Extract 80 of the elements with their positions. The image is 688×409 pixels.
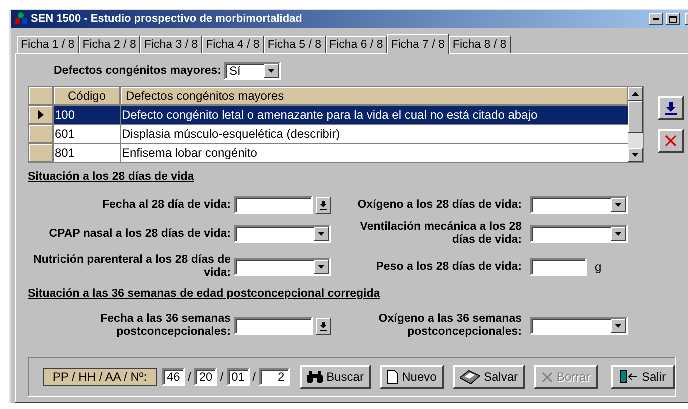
door-icon xyxy=(620,370,638,384)
arrow-down-icon xyxy=(615,324,622,328)
dropdown-field[interactable] xyxy=(530,196,628,214)
section-heading: Situación a las 36 semanas de edad postconcepcional corregida xyxy=(28,288,382,300)
record-field[interactable]: 01 xyxy=(226,368,250,386)
separator-label: / xyxy=(188,370,192,384)
section-heading: Situación a los 28 días de vida xyxy=(28,171,196,183)
import-button[interactable] xyxy=(658,96,684,120)
field-label: Fecha a las 36 semanas postconcepcionales: xyxy=(100,313,231,339)
weight-field[interactable] xyxy=(530,258,587,276)
table-cell: Defecto congénito letal o amenazante para la vida el cual no está citado abajo xyxy=(121,106,628,124)
arrow-down-icon xyxy=(268,69,276,73)
app-icon xyxy=(14,12,28,26)
row-selector[interactable] xyxy=(29,106,53,124)
download-icon xyxy=(665,102,677,114)
separator-label: / xyxy=(252,370,256,384)
tab[interactable]: Ficha 6 / 8 xyxy=(326,36,388,53)
field-label: Oxígeno a los 28 días de vida: xyxy=(358,198,523,212)
date-picker-button[interactable] xyxy=(316,196,331,214)
dropdown-field[interactable] xyxy=(234,258,331,276)
arrow-down-icon xyxy=(615,232,622,236)
arrow-up-icon xyxy=(632,92,639,96)
table-cell: Displasia músculo-esquelética (describir) xyxy=(121,125,628,143)
date-picker-button[interactable] xyxy=(316,318,331,334)
separator-label: / xyxy=(220,370,224,384)
dropdown-value: Sí xyxy=(229,64,241,78)
maximize-icon xyxy=(669,16,677,22)
maximize-button[interactable] xyxy=(666,13,680,25)
tab[interactable]: Ficha 1 / 8 xyxy=(17,36,79,53)
table-cell: 100 xyxy=(54,106,120,124)
tab[interactable]: Ficha 2 / 8 xyxy=(78,36,140,53)
page-icon xyxy=(387,370,398,384)
column-header[interactable]: Código xyxy=(54,87,120,105)
minimize-button[interactable] xyxy=(649,13,663,25)
field-label: Peso a los 28 días de vida: xyxy=(376,260,523,274)
close-icon xyxy=(542,372,553,382)
close-icon xyxy=(665,135,677,147)
arrow-down-icon xyxy=(318,232,325,236)
date-field[interactable] xyxy=(234,196,314,214)
arrow-down-icon xyxy=(318,265,325,269)
arrow-down-icon xyxy=(615,203,622,207)
arrow-down-icon xyxy=(320,200,328,210)
table-cell: 801 xyxy=(54,144,120,162)
table-cell: 601 xyxy=(54,125,120,143)
delete-button[interactable] xyxy=(658,129,684,153)
save-button[interactable]: Salvar xyxy=(452,365,525,389)
dropdown-field[interactable]: Sí xyxy=(224,62,282,80)
minimize-icon xyxy=(653,18,659,20)
column-header[interactable]: Defectos congénitos mayores xyxy=(121,87,628,105)
new-button[interactable]: Nuevo xyxy=(380,365,444,389)
dropdown-field[interactable] xyxy=(530,317,628,335)
search-button[interactable]: Buscar xyxy=(300,365,371,389)
tab[interactable]: Ficha 3 / 8 xyxy=(140,36,202,53)
field-label: Oxígeno a las 36 semanas postconcepcionales: xyxy=(378,313,523,339)
field-label: Defectos congénitos mayores: xyxy=(54,65,222,77)
exit-button[interactable]: Salir xyxy=(611,365,675,389)
field-label: CPAP nasal a los 28 días de vida: xyxy=(49,228,231,240)
tab[interactable]: Ficha 4 / 8 xyxy=(202,36,264,53)
binoculars-icon xyxy=(306,371,323,383)
arrow-down-icon xyxy=(320,322,328,330)
date-field[interactable] xyxy=(234,317,314,335)
field-label: Ventilación mecánica a los 28 días de vida: xyxy=(359,221,523,247)
dropdown-field[interactable] xyxy=(234,225,331,243)
grid-corner xyxy=(29,87,53,105)
table-cell: Enfisema lobar congénito xyxy=(121,144,628,162)
record-label: PP / HH / AA / Nº: xyxy=(43,368,157,386)
row-pointer-icon xyxy=(38,110,44,120)
record-field[interactable]: 2 xyxy=(259,368,290,386)
unit-label: g xyxy=(595,260,602,274)
window-title: SEN 1500 - Estudio prospectivo de morbimortalidad xyxy=(31,13,304,25)
tab[interactable]: Ficha 8 / 8 xyxy=(448,36,511,53)
dropdown-field[interactable] xyxy=(530,225,628,243)
arrow-down-icon xyxy=(632,153,639,157)
scrollbar[interactable] xyxy=(628,87,643,162)
tab[interactable]: Ficha 7 / 8 xyxy=(387,34,449,54)
record-field[interactable]: 20 xyxy=(194,368,218,386)
tab[interactable]: Ficha 5 / 8 xyxy=(264,36,326,53)
record-field[interactable]: 46 xyxy=(162,368,185,386)
field-label: Fecha al 28 día de vida: xyxy=(102,198,231,212)
field-label: Nutrición parenteral a los 28 días de vida: xyxy=(32,254,231,280)
